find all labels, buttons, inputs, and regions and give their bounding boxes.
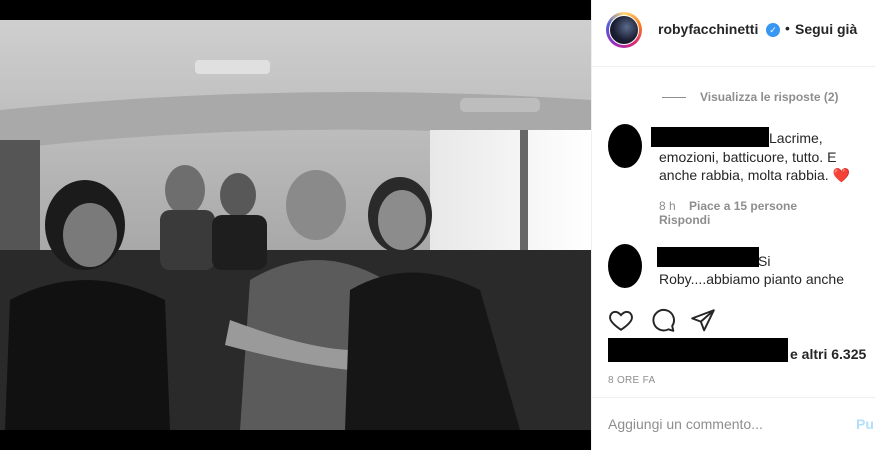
share-icon[interactable] <box>690 307 716 333</box>
separator-dot: • <box>785 20 790 36</box>
following-button[interactable]: Segui già <box>795 21 857 37</box>
post-timestamp[interactable]: 8 ORE FA <box>608 375 655 386</box>
comment-text-line: Lacrime, <box>769 130 823 146</box>
comment-text-line: Si <box>758 253 771 269</box>
comment-text-line: Roby....abbiamo pianto anche <box>659 271 844 287</box>
comment-text: anche rabbia, molta rabbia. <box>659 167 829 183</box>
comment-text-line: emozioni, batticuore, tutto. E <box>659 149 837 165</box>
heart-emoji: ❤️ <box>832 167 850 183</box>
likes-count[interactable]: e altri 6.325 <box>790 346 866 362</box>
author-avatar[interactable] <box>606 12 642 48</box>
heart-icon[interactable] <box>608 307 634 333</box>
post-photo-area <box>0 0 591 450</box>
redacted-username <box>651 127 769 147</box>
replies-line <box>662 97 686 99</box>
verified-badge-icon: ✓ <box>766 23 780 37</box>
comment-text-line: anche rabbia, molta rabbia. ❤️ <box>659 166 850 184</box>
comment-avatar[interactable] <box>608 124 642 168</box>
post-side-panel: robyfacchinetti ✓ • Segui già Visualizza… <box>591 0 875 450</box>
view-replies-label: Visualizza le risposte (2) <box>700 90 839 104</box>
reply-button[interactable]: Rispondi <box>659 213 710 227</box>
composer-divider <box>592 397 875 398</box>
post-photo[interactable] <box>0 20 591 430</box>
publish-button[interactable]: Pu <box>856 416 874 432</box>
comment-likes[interactable]: Piace a 15 persone <box>689 199 797 213</box>
comment-icon[interactable] <box>650 307 676 333</box>
comment-avatar[interactable] <box>608 244 642 288</box>
comment-input[interactable]: Aggiungi un commento... <box>608 416 763 432</box>
view-replies-button[interactable]: Visualizza le risposte (2) <box>662 90 839 104</box>
redacted-username <box>657 247 759 267</box>
redacted-likers <box>608 338 788 362</box>
author-username[interactable]: robyfacchinetti <box>658 21 758 37</box>
post-header: robyfacchinetti ✓ • Segui già <box>592 0 875 67</box>
comment-age: 8 h <box>659 199 676 213</box>
